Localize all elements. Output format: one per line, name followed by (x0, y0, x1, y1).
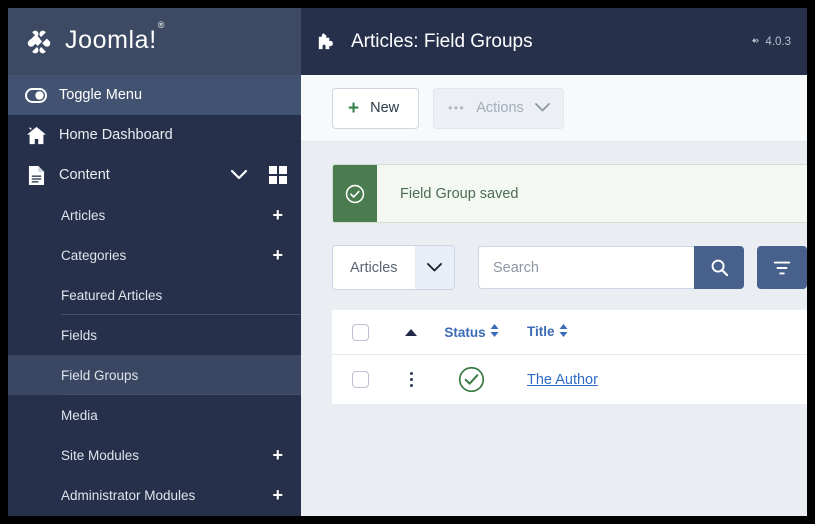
sidebar-item-label: Field Groups (61, 367, 139, 383)
status-header[interactable]: Status (434, 324, 509, 340)
sidebar-item-content[interactable]: Content (8, 155, 301, 195)
page-header: Articles: Field Groups 4.0.3 (301, 8, 807, 75)
sidebar-item-site-modules[interactable]: Site Modules + (8, 435, 301, 475)
page-title: Articles: Field Groups (351, 30, 533, 52)
filter-options-button[interactable] (757, 246, 807, 289)
version-number: 4.0.3 (765, 35, 791, 48)
actions-dropdown-button[interactable]: ••• Actions (433, 87, 564, 129)
joomla-logo-icon (22, 25, 56, 59)
sidebar-item-label: Fields (61, 327, 98, 343)
field-groups-table: Status Title The Author (332, 310, 807, 405)
sidebar-item-label: Featured Articles (61, 287, 163, 303)
new-button[interactable]: + New (332, 87, 420, 129)
grid-view-icon[interactable] (269, 166, 287, 184)
admin-app: Joomla!® Toggle Menu Home Dashboard Cont… (8, 8, 807, 516)
alert-message: Field Group saved (400, 185, 519, 202)
select-all-cell (332, 323, 388, 341)
sidebar-item-label: Articles (61, 207, 106, 223)
toggle-menu-label: Toggle Menu (59, 87, 143, 103)
actions-button-label: Actions (476, 100, 524, 116)
table-row[interactable]: The Author (332, 355, 807, 405)
context-select[interactable]: Articles (332, 245, 455, 290)
puzzle-piece-icon (315, 30, 339, 54)
status-header-label: Status (444, 324, 486, 340)
brand-trademark: ® (157, 19, 165, 30)
search-button[interactable] (694, 246, 744, 289)
joomla-mark-icon (752, 38, 760, 43)
sidebar-item-field-groups[interactable]: Field Groups (8, 355, 301, 395)
published-status-icon[interactable] (458, 366, 485, 393)
sort-icon (490, 324, 499, 340)
status-header-label-wrap: Status (444, 324, 499, 340)
ordering-header[interactable] (388, 328, 434, 336)
version-label: 4.0.3 (750, 36, 791, 48)
field-group-title-link[interactable]: The Author (527, 372, 598, 388)
sidebar-item-home-dashboard[interactable]: Home Dashboard (8, 115, 301, 155)
home-icon (22, 126, 50, 145)
select-all-checkbox[interactable] (351, 323, 369, 341)
row-title-cell: The Author (509, 371, 807, 389)
sidebar-item-label: Media (61, 407, 98, 423)
search-group (478, 246, 807, 289)
sidebar-item-label: Administrator Modules (61, 487, 196, 503)
add-icon[interactable]: + (272, 446, 283, 464)
sidebar-item-administrator-modules[interactable]: Administrator Modules + (8, 475, 301, 515)
brand-name: Joomla!® (65, 19, 165, 54)
sidebar-item-featured-articles[interactable]: Featured Articles (8, 275, 301, 315)
sidebar-item-categories[interactable]: Categories + (8, 235, 301, 275)
title-header-label: Title (527, 324, 555, 339)
chevron-down-icon[interactable] (231, 170, 247, 180)
add-icon[interactable]: + (272, 206, 283, 224)
ellipsis-icon: ••• (448, 101, 466, 115)
row-drag-cell (388, 372, 434, 387)
brand-logo-area[interactable]: Joomla!® (8, 8, 301, 75)
sort-icon (559, 323, 568, 340)
toolbar: + New ••• Actions (301, 75, 807, 142)
sort-ascending-icon (405, 328, 417, 336)
chevron-down-icon[interactable] (414, 246, 454, 289)
row-checkbox[interactable] (351, 371, 369, 388)
add-icon[interactable]: + (272, 486, 283, 504)
success-alert: Field Group saved (332, 164, 807, 223)
chevron-down-icon (534, 100, 550, 116)
main-area: Articles: Field Groups 4.0.3 + New ••• A… (301, 8, 807, 516)
row-select-cell (332, 371, 388, 388)
title-header-label-wrap: Title (527, 323, 568, 340)
drag-handle-icon[interactable] (409, 372, 413, 387)
home-dashboard-label: Home Dashboard (59, 127, 173, 143)
title-header[interactable]: Title (509, 323, 807, 341)
sidebar-item-media[interactable]: Media (8, 395, 301, 435)
sidebar-item-fields[interactable]: Fields (8, 315, 301, 355)
search-input[interactable] (478, 246, 694, 289)
add-icon[interactable]: + (272, 246, 283, 264)
toggle-icon (22, 87, 50, 103)
sidebar-item-articles[interactable]: Articles + (8, 195, 301, 235)
plus-icon: + (348, 97, 360, 119)
document-icon (22, 165, 50, 186)
sidebar-item-label: Site Modules (61, 447, 140, 463)
row-status-cell (434, 366, 509, 393)
sidebar-item-toggle-menu[interactable]: Toggle Menu (8, 75, 301, 115)
new-button-label: New (370, 100, 400, 116)
sidebar-item-label: Categories (61, 247, 127, 263)
context-select-value: Articles (333, 246, 415, 289)
filter-bar: Articles (332, 245, 807, 290)
table-header-row: Status Title (332, 310, 807, 355)
content-area: Field Group saved Articles Search Status… (301, 142, 807, 405)
check-circle-icon (333, 165, 377, 222)
content-label: Content (59, 167, 110, 183)
sidebar: Joomla!® Toggle Menu Home Dashboard Cont… (8, 8, 301, 516)
